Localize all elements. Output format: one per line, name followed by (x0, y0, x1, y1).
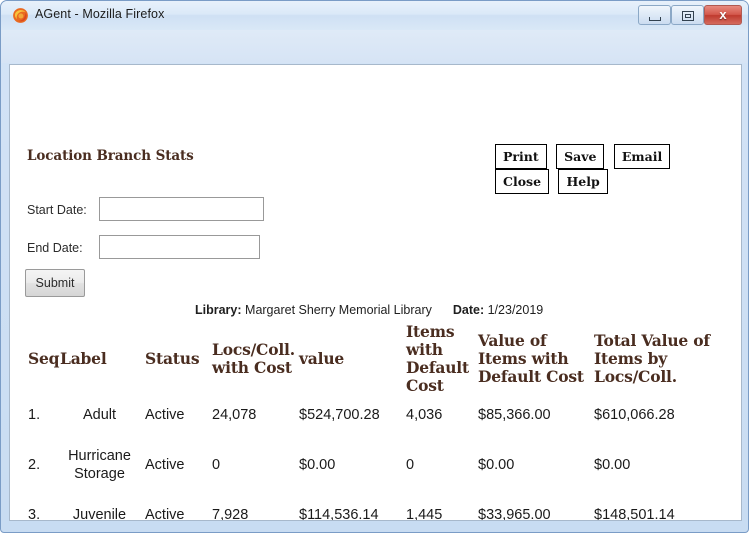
window-minimize-button[interactable] (638, 5, 671, 25)
table-header-row: Seq Label Status Locs/Coll. with Cost va… (24, 323, 712, 395)
cell-label: Hurricane Storage (68, 448, 131, 482)
column-header-items-with-default-cost[interactable]: Items with Default Cost (406, 323, 478, 395)
cell-value: $114,536.14 (299, 507, 379, 520)
save-button[interactable]: Save (556, 144, 605, 169)
close-icon: x (719, 7, 727, 22)
column-header-label[interactable]: Label (60, 323, 145, 395)
cell-status: Active (145, 406, 185, 423)
web-page-content: Location Branch Stats Print Save Email C… (10, 65, 724, 520)
cell-label: Adult (82, 406, 117, 423)
table-row: 1. Adult Active 24,078 $524,700.28 4,036… (24, 395, 712, 436)
cell-locs-coll: 24,078 (212, 406, 257, 423)
cell-label: Juvenile (72, 507, 127, 520)
minimize-icon (649, 17, 661, 21)
column-header-status[interactable]: Status (145, 323, 212, 395)
maximize-icon (682, 11, 694, 21)
start-date-label: Start Date: (27, 203, 87, 217)
content-frame: Location Branch Stats Print Save Email C… (9, 64, 742, 521)
cell-items-default-cost: 1,445 (406, 507, 443, 520)
window-right-edge (740, 64, 748, 521)
cell-value-items-default-cost: $33,965.00 (478, 507, 551, 520)
library-label: Library: (195, 303, 242, 317)
date-value: 1/23/2019 (487, 303, 544, 317)
cell-value-items-default-cost: $85,366.00 (478, 406, 551, 423)
location-branch-stats-table: Seq Label Status Locs/Coll. with Cost va… (24, 323, 712, 520)
column-header-locs-coll-with-cost[interactable]: Locs/Coll. with Cost (212, 323, 299, 395)
end-date-input[interactable] (99, 235, 260, 259)
page-action-buttons: Print Save Email Close Help (495, 144, 724, 194)
cell-value-items-default-cost: $0.00 (478, 456, 515, 473)
page-title: Location Branch Stats (27, 148, 194, 164)
cell-seq: 1. (28, 406, 41, 423)
cell-items-default-cost: 0 (406, 456, 415, 473)
start-date-input[interactable] (99, 197, 264, 221)
cell-total-value: $0.00 (594, 456, 631, 473)
firefox-logo-icon (12, 7, 29, 24)
cell-status: Active (145, 507, 185, 520)
cell-seq: 2. (28, 456, 41, 473)
help-button[interactable]: Help (558, 169, 608, 194)
browser-navigation-toolbar: i https://test6-staff.auto-graphics.com/… (1, 30, 748, 87)
column-header-seq[interactable]: Seq (24, 323, 60, 395)
column-header-value[interactable]: value (299, 323, 406, 395)
cell-value: $0.00 (299, 456, 336, 473)
cell-status: Active (145, 456, 185, 473)
print-button[interactable]: Print (495, 144, 547, 169)
cell-value: $524,700.28 (299, 406, 380, 423)
column-header-value-of-items-default-cost[interactable]: Value of Items with Default Cost (478, 323, 594, 395)
column-header-total-value-by-locs-coll[interactable]: Total Value of Items by Locs/Coll. (594, 323, 712, 395)
cell-seq: 3. (28, 507, 41, 520)
window-close-button[interactable]: x (704, 5, 742, 25)
library-value: Margaret Sherry Memorial Library (245, 303, 432, 317)
window-titlebar: AGent - Mozilla Firefox x (1, 1, 748, 30)
cell-total-value: $610,066.28 (594, 406, 675, 423)
window-title: AGent - Mozilla Firefox (35, 7, 165, 21)
email-button[interactable]: Email (613, 144, 671, 169)
submit-button[interactable]: Submit (25, 269, 85, 297)
close-button[interactable]: Close (495, 169, 550, 194)
cell-total-value: $148,501.14 (594, 507, 675, 520)
date-label: Date: (452, 303, 485, 317)
table-row: 3. Juvenile Active 7,928 $114,536.14 1,4… (24, 495, 712, 520)
cell-locs-coll: 7,928 (212, 507, 249, 520)
table-row: 2. Hurricane Storage Active 0 $0.00 0 $0… (24, 436, 712, 495)
window-maximize-button[interactable] (671, 5, 704, 25)
end-date-label: End Date: (27, 241, 83, 255)
cell-locs-coll: 0 (212, 456, 221, 473)
cell-items-default-cost: 4,036 (406, 406, 443, 423)
library-date-line: Library: Margaret Sherry Memorial Librar… (195, 303, 543, 317)
browser-window: AGent - Mozilla Firefox x i https://test… (0, 0, 749, 533)
